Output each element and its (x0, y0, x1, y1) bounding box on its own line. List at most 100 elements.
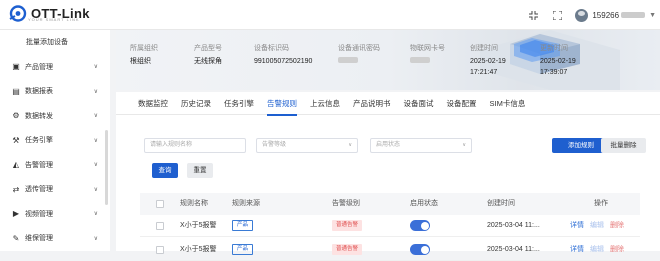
info-device-id: 设备标识码 991005072502190 (254, 43, 338, 78)
column-header: 创建时间 (487, 200, 515, 207)
enable-toggle[interactable] (410, 244, 430, 255)
chevron-down-icon: ∨ (93, 113, 98, 120)
chevron-down-icon: ∨ (93, 137, 98, 144)
column-header: 规则名称 (180, 200, 208, 207)
search-button[interactable]: 查询 (152, 163, 178, 178)
info-org: 所属组织 根组织 (130, 43, 194, 78)
tab-device-test[interactable]: 设备面试 (404, 92, 434, 115)
row-checkbox[interactable] (156, 246, 164, 254)
sidebar-item-label: 维保管理 (25, 235, 53, 243)
sidebar-item-product[interactable]: ▣ 产品管理 ∨ (0, 55, 110, 80)
level-tag: 普通告警 (332, 219, 363, 231)
sidebar-item-label: 视频管理 (25, 210, 53, 218)
select-placeholder: 启用状态 (376, 142, 401, 148)
row-checkbox[interactable] (156, 222, 164, 230)
table-row: X小于5报警 产品 普通告警 2025-03-04 11:... 详情 编辑 删除 (140, 239, 640, 261)
info-value: 991005072502190 (254, 58, 313, 65)
alarm-icon: ◭ (12, 160, 20, 170)
tab-device-config[interactable]: 设备配置 (447, 92, 477, 115)
sidebar-item-label: 告警管理 (25, 161, 53, 169)
info-updated: 更新时间 2025-02-19 17:39:07 (540, 43, 600, 78)
chevron-down-icon: ∨ (93, 88, 98, 95)
sidebar-scrollbar[interactable] (105, 130, 108, 205)
column-header: 规则来源 (232, 200, 260, 207)
info-label: 创建时间 (470, 45, 498, 52)
created-time: 2025-03-04 11:... (487, 222, 540, 229)
rule-name: X小于5报警 (180, 246, 217, 253)
info-label: 物联网卡号 (410, 45, 445, 52)
sidebar-item-maintenance[interactable]: ✎ 维保管理 ∨ (0, 226, 110, 251)
sidebar-item-label: 批量添加设备 (26, 39, 68, 47)
tab-data-monitor[interactable]: 数据监控 (138, 92, 168, 115)
info-label: 设备通讯密码 (338, 45, 380, 52)
masked-text (410, 57, 430, 63)
masked-text (338, 57, 358, 63)
column-header: 启用状态 (410, 200, 438, 207)
info-label: 所属组织 (130, 45, 158, 52)
delete-link[interactable]: 删除 (610, 246, 624, 253)
chevron-down-icon: ∨ (93, 211, 98, 218)
rule-name: X小于5报警 (180, 222, 217, 229)
sidebar-item-alarm[interactable]: ◭ 告警管理 ∨ (0, 153, 110, 178)
chevron-down-icon: ∨ (93, 186, 98, 193)
batch-delete-button[interactable]: 批量删除 (601, 138, 646, 153)
info-value: 根组织 (130, 58, 151, 65)
detail-link[interactable]: 详情 (570, 222, 584, 229)
chevron-down-icon: ∨ (93, 64, 98, 71)
info-value: 2025-02-19 17:21:47 (470, 58, 506, 76)
detail-link[interactable]: 详情 (570, 246, 584, 253)
video-icon: ▶ (12, 209, 20, 219)
column-header: 告警级别 (332, 200, 360, 207)
device-info-banner: 所属组织 根组织 产品型号 无线探角 设备标识码 991005072502190… (116, 30, 660, 90)
sidebar-item-task[interactable]: ⚒ 任务引擎 ∨ (0, 128, 110, 153)
column-header: 操作 (594, 200, 608, 207)
report-icon: ▤ (12, 86, 20, 96)
info-value (338, 56, 410, 67)
info-value (410, 56, 470, 67)
user-menu[interactable]: 159266 ▼ (575, 8, 656, 22)
tab-bar: 数据监控 历史记录 任务引擎 告警规则 上云信息 产品说明书 设备面试 设备配置… (116, 92, 660, 116)
info-value: 无线探角 (194, 58, 222, 65)
info-value: 2025-02-19 17:39:07 (540, 58, 576, 76)
sidebar-item-forward[interactable]: ⚙ 数据转发 ∨ (0, 104, 110, 129)
source-tag: 产品 (232, 219, 254, 231)
masked-text (621, 12, 646, 18)
fullscreen-icon[interactable] (545, 0, 569, 30)
rule-name-input[interactable]: 请输入规则名称 (144, 138, 246, 153)
tab-alarm-rules[interactable]: 告警规则 (267, 92, 297, 116)
logo-subtitle: YOUR SMART LINK (28, 17, 80, 22)
reset-button[interactable]: 重置 (187, 163, 213, 178)
alarm-level-select[interactable]: 告警等级 ∨ (256, 138, 358, 153)
info-iot-card: 物联网卡号 (410, 43, 470, 78)
forward-icon: ⚙ (12, 111, 20, 121)
edit-link[interactable]: 编辑 (590, 246, 604, 253)
tab-cloud-info[interactable]: 上云信息 (310, 92, 340, 115)
sidebar-item-video[interactable]: ▶ 视频管理 ∨ (0, 202, 110, 227)
enable-toggle[interactable] (410, 220, 430, 231)
sidebar-item-label: 透传管理 (25, 186, 53, 194)
fullscreen-exit-icon[interactable] (521, 0, 545, 30)
tab-manual[interactable]: 产品说明书 (353, 92, 391, 115)
delete-link[interactable]: 删除 (610, 222, 624, 229)
main-panel: 数据监控 历史记录 任务引擎 告警规则 上云信息 产品说明书 设备面试 设备配置… (116, 92, 660, 261)
info-label: 设备标识码 (254, 45, 289, 52)
sidebar-item-batch-add[interactable]: 批量添加设备 (0, 30, 110, 55)
status-select[interactable]: 启用状态 ∨ (370, 138, 472, 153)
chevron-down-icon: ▼ (649, 11, 656, 19)
sidebar: 批量添加设备 ▣ 产品管理 ∨ ▤ 数据报表 ∨ ⚙ 数据转发 ∨ ⚒ 任务引擎… (0, 30, 110, 251)
select-all-checkbox[interactable] (156, 200, 164, 208)
tab-sim-info[interactable]: SIM卡信息 (490, 92, 526, 115)
tab-history[interactable]: 历史记录 (181, 92, 211, 115)
edit-link[interactable]: 编辑 (590, 222, 604, 229)
level-tag: 普通告警 (332, 243, 363, 255)
sidebar-item-report[interactable]: ▤ 数据报表 ∨ (0, 79, 110, 104)
device-info-row: 所属组织 根组织 产品型号 无线探角 设备标识码 991005072502190… (130, 43, 600, 78)
wrench-icon: ✎ (12, 233, 20, 243)
sidebar-item-transfer[interactable]: ⇄ 透传管理 ∨ (0, 177, 110, 202)
created-time: 2025-03-04 11:... (487, 246, 540, 253)
avatar (575, 8, 589, 22)
info-label: 产品型号 (194, 45, 222, 52)
chevron-down-icon: ∨ (93, 235, 98, 242)
info-created: 创建时间 2025-02-19 17:21:47 (470, 43, 540, 78)
tab-task-engine[interactable]: 任务引擎 (224, 92, 254, 115)
